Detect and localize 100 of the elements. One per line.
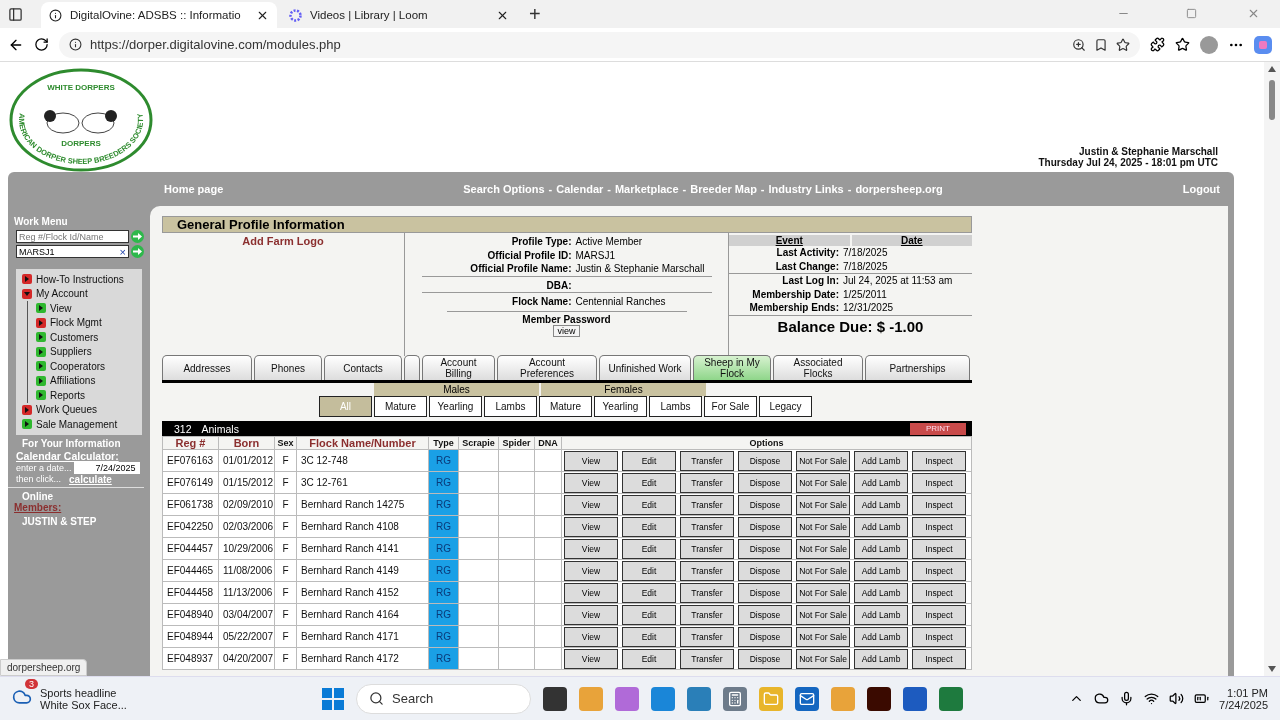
action-button[interactable]: Add Lamb: [854, 604, 908, 625]
action-button[interactable]: Add Lamb: [854, 472, 908, 493]
tab[interactable]: Contacts: [324, 355, 402, 380]
start-icon[interactable]: [322, 687, 344, 710]
action-button[interactable]: Edit: [622, 494, 676, 515]
new-tab-button[interactable]: +: [521, 3, 549, 28]
action-button[interactable]: Transfer: [680, 472, 734, 493]
action-button[interactable]: Dispose: [738, 604, 792, 625]
tab[interactable]: Addresses: [162, 355, 252, 380]
clock[interactable]: 1:01 PM 7/24/2025: [1219, 686, 1268, 711]
browser-tab[interactable]: DigitalOvine: ADSBS :: Informatio: [41, 2, 277, 28]
print-button[interactable]: PRINT: [910, 422, 966, 435]
action-button[interactable]: Inspect: [912, 626, 966, 647]
expand-icon[interactable]: [36, 317, 46, 328]
play-icon[interactable]: [22, 419, 32, 430]
action-button[interactable]: Dispose: [738, 538, 792, 559]
tab[interactable]: Account Preferences: [497, 355, 597, 380]
action-button[interactable]: Dispose: [738, 494, 792, 515]
view-password-button[interactable]: view: [553, 324, 580, 337]
action-button[interactable]: View: [564, 494, 618, 515]
filter-button[interactable]: Mature: [374, 396, 427, 417]
action-button[interactable]: Add Lamb: [854, 494, 908, 515]
play-icon[interactable]: [36, 375, 46, 386]
tab-panel-icon[interactable]: [8, 7, 23, 22]
action-button[interactable]: View: [564, 560, 618, 581]
app-icon[interactable]: [543, 686, 567, 711]
action-button[interactable]: View: [564, 626, 618, 647]
news-widget[interactable]: 3 Sports headline White Sox Face...: [12, 678, 312, 719]
play-icon[interactable]: [36, 303, 46, 314]
action-button[interactable]: View: [564, 604, 618, 625]
menu-item[interactable]: Customers: [36, 330, 142, 345]
action-button[interactable]: Not For Sale: [796, 604, 850, 625]
play-icon[interactable]: [36, 346, 46, 357]
menu-item[interactable]: Reports: [36, 388, 142, 403]
action-button[interactable]: Not For Sale: [796, 560, 850, 581]
filter-button[interactable]: Mature: [539, 396, 592, 417]
action-button[interactable]: Not For Sale: [796, 450, 850, 471]
action-button[interactable]: Add Lamb: [854, 516, 908, 537]
filter-button[interactable]: Yearling: [429, 396, 482, 417]
play-icon[interactable]: [36, 332, 46, 343]
scroll-up-icon[interactable]: [1268, 66, 1276, 72]
date-field[interactable]: 7/24/2025: [73, 461, 140, 474]
action-button[interactable]: Not For Sale: [796, 494, 850, 515]
tab[interactable]: Unfinished Work: [599, 355, 691, 380]
filter-button[interactable]: Legacy: [759, 396, 812, 417]
action-button[interactable]: View: [564, 450, 618, 471]
menu-item[interactable]: Cooperators: [36, 359, 142, 374]
action-button[interactable]: Edit: [622, 626, 676, 647]
address-bar[interactable]: https://dorper.digitalovine.com/modules.php: [59, 31, 1140, 58]
go-arrow-icon[interactable]: [131, 230, 144, 243]
menu-item[interactable]: How-To Instructions: [22, 272, 142, 287]
scrollbar[interactable]: [1264, 62, 1280, 676]
action-button[interactable]: View: [564, 582, 618, 603]
app-icon[interactable]: [867, 686, 891, 711]
action-button[interactable]: Inspect: [912, 516, 966, 537]
action-button[interactable]: Edit: [622, 538, 676, 559]
zoom-icon[interactable]: [1072, 37, 1086, 52]
search-field[interactable]: Reg #/Flock Id/Name: [16, 230, 129, 243]
menu-item[interactable]: Affiliations: [36, 373, 142, 388]
action-button[interactable]: Transfer: [680, 604, 734, 625]
action-button[interactable]: Dispose: [738, 516, 792, 537]
filter-button[interactable]: Yearling: [594, 396, 647, 417]
action-button[interactable]: Edit: [622, 516, 676, 537]
add-logo-link[interactable]: Add Farm Logo: [242, 235, 324, 247]
action-button[interactable]: Edit: [622, 648, 676, 669]
tab[interactable]: Account Billing: [422, 355, 495, 380]
action-button[interactable]: Transfer: [680, 582, 734, 603]
menu-item[interactable]: Flock Mgmt: [36, 315, 142, 330]
action-button[interactable]: Dispose: [738, 560, 792, 581]
menu-item[interactable]: Work Queues: [22, 402, 142, 417]
lookup-field[interactable]: MARSJ1 ×: [16, 245, 129, 258]
action-button[interactable]: Transfer: [680, 626, 734, 647]
favorite-icon[interactable]: [1116, 37, 1130, 52]
menu-item[interactable]: My Account: [22, 286, 142, 301]
action-button[interactable]: Dispose: [738, 582, 792, 603]
tab[interactable]: Associated Flocks: [773, 355, 863, 380]
action-button[interactable]: Transfer: [680, 538, 734, 559]
menu-item[interactable]: Sale Management: [22, 417, 142, 432]
reload-icon[interactable]: [34, 37, 49, 52]
action-button[interactable]: Dispose: [738, 648, 792, 669]
blank-tab[interactable]: [404, 355, 420, 380]
tab[interactable]: Phones: [254, 355, 322, 380]
action-button[interactable]: Inspect: [912, 604, 966, 625]
action-button[interactable]: Transfer: [680, 516, 734, 537]
action-button[interactable]: Dispose: [738, 472, 792, 493]
action-button[interactable]: Edit: [622, 472, 676, 493]
action-button[interactable]: Not For Sale: [796, 538, 850, 559]
menu-item[interactable]: View: [36, 301, 142, 316]
action-button[interactable]: Transfer: [680, 494, 734, 515]
action-button[interactable]: Not For Sale: [796, 582, 850, 603]
action-button[interactable]: Edit: [622, 604, 676, 625]
filter-button[interactable]: For Sale: [704, 396, 757, 417]
action-button[interactable]: View: [564, 538, 618, 559]
filter-button[interactable]: Lambs: [484, 396, 537, 417]
action-button[interactable]: Edit: [622, 560, 676, 581]
action-button[interactable]: View: [564, 472, 618, 493]
action-button[interactable]: Inspect: [912, 450, 966, 471]
action-button[interactable]: Not For Sale: [796, 648, 850, 669]
cloud-icon[interactable]: [1094, 691, 1110, 706]
action-button[interactable]: Dispose: [738, 450, 792, 471]
